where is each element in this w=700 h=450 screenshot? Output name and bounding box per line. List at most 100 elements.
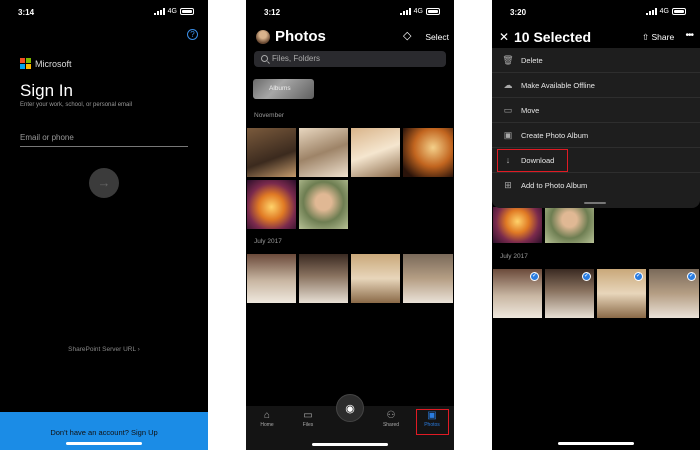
sheet-grabber[interactable]: [584, 202, 606, 204]
sharepoint-label: SharePoint Server URL: [68, 346, 136, 353]
photo-thumbnail[interactable]: [402, 253, 454, 304]
menu-item-label: Create Photo Album: [521, 131, 589, 140]
photo-thumbnail[interactable]: ✓: [544, 268, 595, 319]
email-field[interactable]: Email or phone: [20, 133, 188, 147]
section-header-november: November: [254, 112, 284, 119]
network-label: 4G: [413, 8, 423, 15]
people-icon: ⚇: [386, 410, 396, 421]
status-indicators: 4G: [645, 8, 686, 15]
page-title: Sign In: [20, 81, 73, 100]
network-label: 4G: [659, 8, 669, 15]
camera-button[interactable]: ◉: [336, 394, 364, 422]
menu-item-label: Move: [521, 106, 540, 115]
tab-files[interactable]: ▭ Files: [293, 410, 323, 428]
status-time: 3:12: [264, 8, 281, 17]
network-label: 4G: [167, 8, 177, 15]
share-label: Share: [651, 32, 675, 42]
photo-thumbnail[interactable]: [544, 206, 595, 244]
section-header-july-2017: July 2017: [254, 238, 282, 245]
status-indicators: 4G: [153, 8, 194, 15]
page-subtitle: Enter your work, school, or personal ema…: [20, 102, 133, 108]
more-options-icon[interactable]: •••: [685, 30, 693, 41]
sign-up-bar[interactable]: Don't have an account? Sign Up: [0, 412, 208, 450]
signal-icon: [153, 8, 165, 15]
checkmark-icon: ✓: [582, 272, 591, 281]
next-arrow-button[interactable]: →: [89, 168, 119, 198]
home-icon: ⌂: [263, 410, 271, 421]
move-icon: ▭: [503, 105, 513, 115]
camera-icon: ◉: [345, 403, 355, 415]
album-icon: ▣: [503, 130, 513, 140]
battery-icon: [180, 8, 194, 15]
add-album-icon: ⊞: [504, 180, 512, 190]
checkmark-icon: ✓: [530, 272, 539, 281]
signal-icon: [645, 8, 657, 15]
tab-home-label: Home: [260, 422, 274, 428]
photo-thumbnail[interactable]: [298, 179, 349, 230]
premium-diamond-icon[interactable]: ◇: [403, 29, 411, 42]
battery-icon: [672, 8, 686, 15]
avatar[interactable]: [256, 30, 270, 44]
trash-icon: 🗑: [502, 55, 514, 65]
action-menu: 🗑 Delete ☁ Make Available Offline ▭ Move…: [492, 48, 700, 208]
photo-thumbnail[interactable]: [246, 179, 297, 230]
select-button[interactable]: Select: [425, 32, 449, 42]
cloud-download-icon: ☁: [503, 80, 513, 90]
menu-item-add-to-album[interactable]: ⊞ Add to Photo Album: [492, 173, 700, 198]
menu-item-label: Delete: [521, 56, 543, 65]
menu-item-create-album[interactable]: ▣ Create Photo Album: [492, 123, 700, 148]
photo-thumbnail[interactable]: [492, 206, 543, 244]
status-bar: 3:12 4G: [246, 0, 454, 24]
menu-item-label: Add to Photo Album: [521, 181, 588, 190]
share-button[interactable]: ⇧ Share: [642, 32, 674, 43]
selection-screen: 3:20 4G ✕ 10 Selected ⇧ Share ••• July 2…: [492, 0, 700, 450]
checkmark-icon: ✓: [687, 272, 696, 281]
photos-screen: 3:12 4G Photos ◇ Select Files, Folders A…: [246, 0, 454, 450]
menu-item-move[interactable]: ▭ Move: [492, 98, 700, 123]
sign-in-screen: 3:14 4G ? Microsoft Sign In Enter your w…: [0, 0, 208, 450]
menu-item-delete[interactable]: 🗑 Delete: [492, 48, 700, 73]
tab-home[interactable]: ⌂ Home: [252, 410, 282, 428]
sign-up-text: Don't have an account? Sign Up: [50, 428, 158, 437]
tab-files-label: Files: [302, 422, 314, 428]
photo-thumbnail[interactable]: [298, 127, 349, 178]
search-icon: [261, 55, 268, 62]
selection-title: 10 Selected: [514, 29, 592, 45]
status-bar: 3:14 4G: [0, 0, 208, 24]
page-title: Photos: [275, 28, 326, 45]
section-header-july-2017: July 2017: [500, 253, 528, 260]
albums-button[interactable]: Albums: [253, 79, 314, 99]
search-placeholder: Files, Folders: [272, 54, 321, 63]
home-indicator: [312, 443, 388, 446]
home-indicator: [558, 442, 634, 445]
tab-shared[interactable]: ⚇ Shared: [376, 410, 406, 428]
status-bar: 3:20 4G: [492, 0, 700, 24]
photo-thumbnail[interactable]: [246, 253, 297, 304]
search-input[interactable]: Files, Folders: [254, 51, 446, 67]
home-indicator: [66, 442, 142, 445]
brand-name: Microsoft: [35, 58, 72, 69]
photo-thumbnail[interactable]: [402, 127, 454, 178]
photo-thumbnail[interactable]: ✓: [648, 268, 700, 319]
photo-thumbnail[interactable]: [350, 253, 401, 304]
close-icon[interactable]: ✕: [499, 30, 509, 44]
highlight-download: [497, 149, 568, 172]
menu-item-make-offline[interactable]: ☁ Make Available Offline: [492, 73, 700, 98]
highlight-photos-tab: [416, 409, 449, 435]
battery-icon: [426, 8, 440, 15]
status-time: 3:20: [510, 8, 527, 17]
photo-thumbnail[interactable]: [298, 253, 349, 304]
help-icon[interactable]: ?: [187, 29, 198, 40]
microsoft-logo: Microsoft: [20, 58, 72, 69]
photo-thumbnail[interactable]: [246, 127, 297, 178]
photo-thumbnail[interactable]: ✓: [596, 268, 647, 319]
microsoft-logo-icon: [20, 58, 31, 69]
chevron-right-icon: ›: [137, 346, 140, 353]
status-indicators: 4G: [399, 8, 440, 15]
signal-icon: [399, 8, 411, 15]
photo-thumbnail[interactable]: [350, 127, 401, 178]
status-time: 3:14: [18, 8, 35, 17]
sharepoint-server-link[interactable]: SharePoint Server URL ›: [0, 346, 208, 353]
photo-thumbnail[interactable]: ✓: [492, 268, 543, 319]
tab-shared-label: Shared: [382, 422, 400, 428]
